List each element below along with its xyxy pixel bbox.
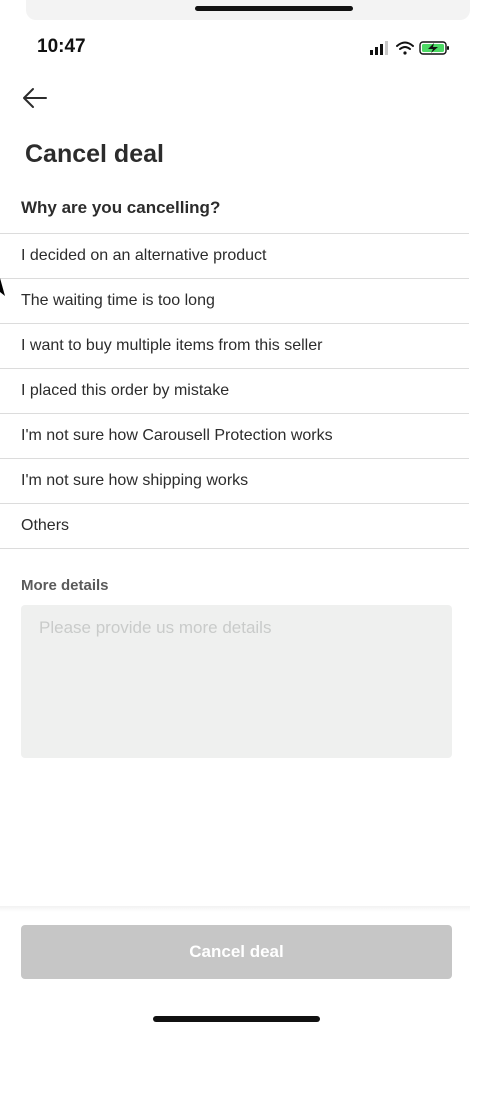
top-sheet [26, 0, 470, 20]
more-details-label: More details [21, 577, 109, 594]
signal-icon [370, 41, 388, 55]
sheet-grabber[interactable] [195, 6, 353, 11]
reason-option[interactable]: I placed this order by mistake [0, 368, 469, 413]
page-title: Cancel deal [25, 140, 164, 168]
reason-option[interactable]: I decided on an alternative product [0, 233, 469, 278]
reason-list: I decided on an alternative product The … [0, 233, 469, 549]
reason-option[interactable]: Others [0, 503, 469, 549]
wifi-icon [396, 41, 414, 55]
reason-option[interactable]: The waiting time is too long [0, 278, 469, 323]
reason-question: Why are you cancelling? [21, 198, 221, 217]
status-time: 10:47 [37, 36, 86, 57]
pointer-cursor-icon [0, 278, 6, 298]
status-icons [368, 40, 452, 56]
reason-option[interactable]: I'm not sure how Carousell Protection wo… [0, 413, 469, 458]
reason-option[interactable]: I want to buy multiple items from this s… [0, 323, 469, 368]
reason-option[interactable]: I'm not sure how shipping works [0, 458, 469, 503]
battery-charging-icon [419, 41, 449, 55]
home-indicator [153, 1016, 320, 1022]
cancel-deal-button[interactable]: Cancel deal [21, 925, 452, 979]
footer-divider [0, 906, 470, 912]
more-details-input[interactable] [21, 605, 452, 758]
back-arrow-icon[interactable] [20, 84, 50, 112]
